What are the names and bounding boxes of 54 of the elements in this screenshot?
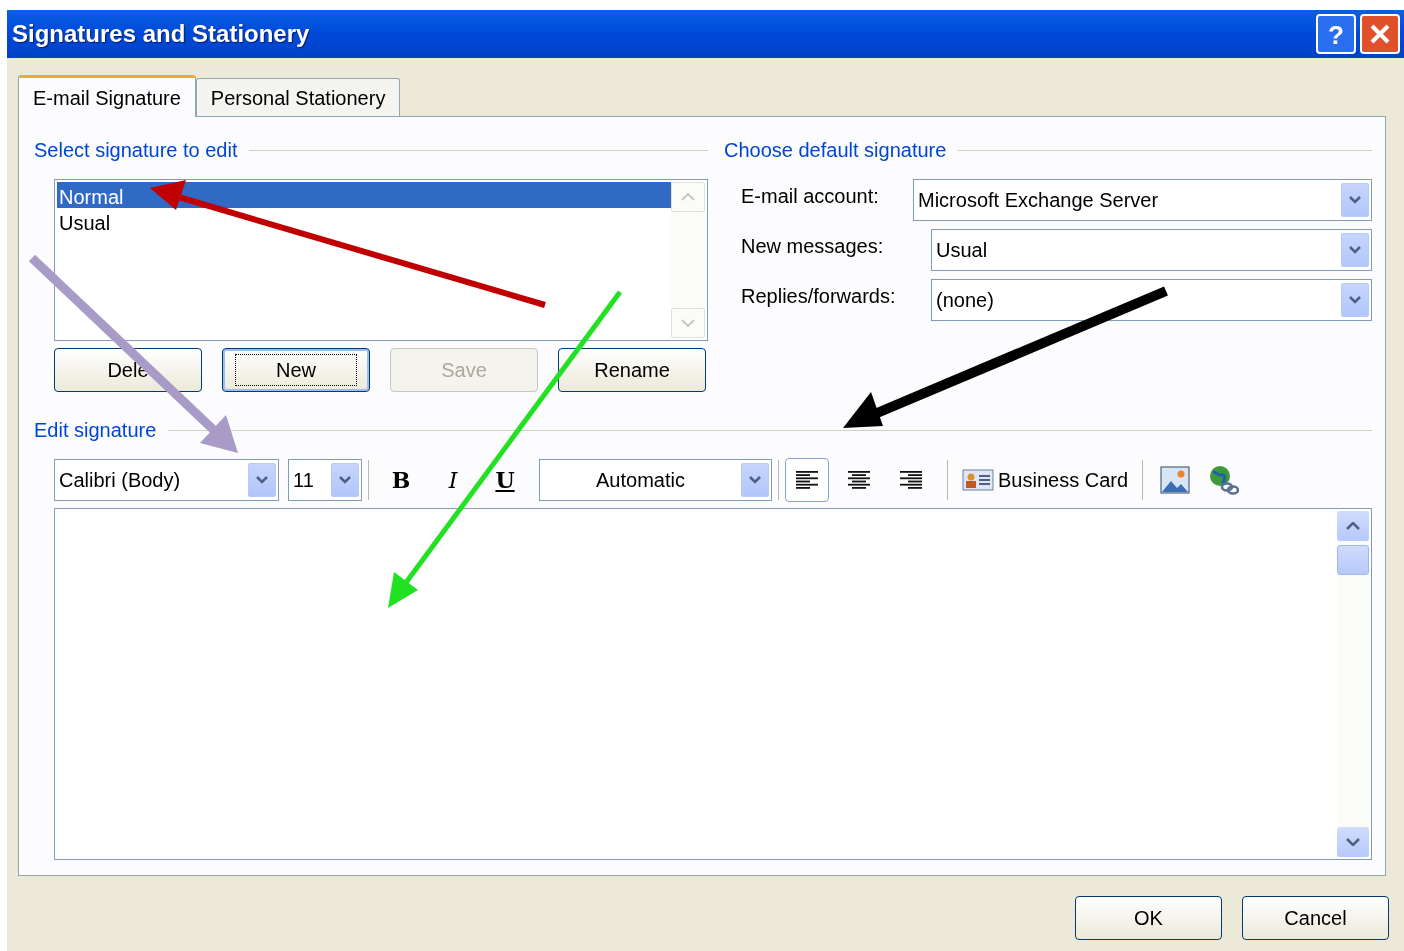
chevron-down-icon [681,319,695,327]
dropdown-button[interactable] [331,463,359,497]
picture-icon [1160,466,1191,494]
section-heading: Choose default signature [724,138,947,163]
list-item[interactable]: Usual [57,208,671,234]
action-button[interactable]: Rename [558,348,706,392]
align-center-icon [847,470,871,490]
action-button[interactable]: New [222,348,370,392]
window-title: Signatures and Stationery [12,19,311,49]
dropdown-button[interactable] [1341,233,1369,267]
chevron-down-icon [256,476,268,484]
font-dropdown[interactable]: Calibri (Body) [54,459,279,501]
chevron-up-icon [1346,522,1360,530]
chevron-down-icon [749,476,761,484]
align-right-icon [899,470,923,490]
close-button[interactable] [1360,14,1400,54]
scrollbar[interactable] [1337,511,1369,857]
section-heading: Edit signature [34,418,157,443]
underline-button[interactable]: U [485,460,525,500]
italic-button[interactable]: I [433,460,473,500]
contact-card-icon [962,469,994,491]
business-card-button[interactable]: Business Card [954,460,1137,500]
globe-link-icon [1207,464,1240,496]
field-label: E-mail account: [741,184,880,209]
dropdown-button[interactable] [741,463,769,497]
bold-button[interactable]: B [381,460,421,500]
dialog-button[interactable]: OK [1075,896,1222,940]
chevron-down-icon [1349,246,1361,254]
section-heading: Select signature to edit [34,138,238,163]
align-left-icon [795,470,819,490]
align-button[interactable] [785,458,829,502]
dialog-button[interactable]: Cancel [1242,896,1389,940]
dropdown-field[interactable]: Usual [931,229,1372,271]
field-label: New messages: [741,234,885,259]
scrollbar[interactable] [671,182,705,338]
size-dropdown[interactable]: 11 [288,459,362,501]
dropdown-button[interactable] [1341,183,1369,217]
chevron-down-icon [1349,196,1361,204]
scroll-thumb[interactable] [1337,545,1369,575]
field-label: Replies/forwards: [741,284,897,309]
chevron-down-icon [1346,838,1360,846]
dropdown-button[interactable] [1341,283,1369,317]
dropdown-field[interactable]: Microsoft Exchange Server [913,179,1372,221]
color-dropdown[interactable]: Automatic [539,459,772,501]
help-button[interactable]: ? [1316,14,1356,54]
close-icon [1369,23,1391,45]
chevron-up-icon [681,193,695,201]
dropdown-field[interactable]: (none) [931,279,1372,321]
tab[interactable]: Personal Stationery [195,78,401,116]
list-item[interactable]: Normal [57,182,671,208]
dropdown-button[interactable] [248,463,276,497]
tab[interactable]: E-mail Signature [18,75,196,117]
chevron-down-icon [339,476,351,484]
chevron-down-icon [1349,296,1361,304]
